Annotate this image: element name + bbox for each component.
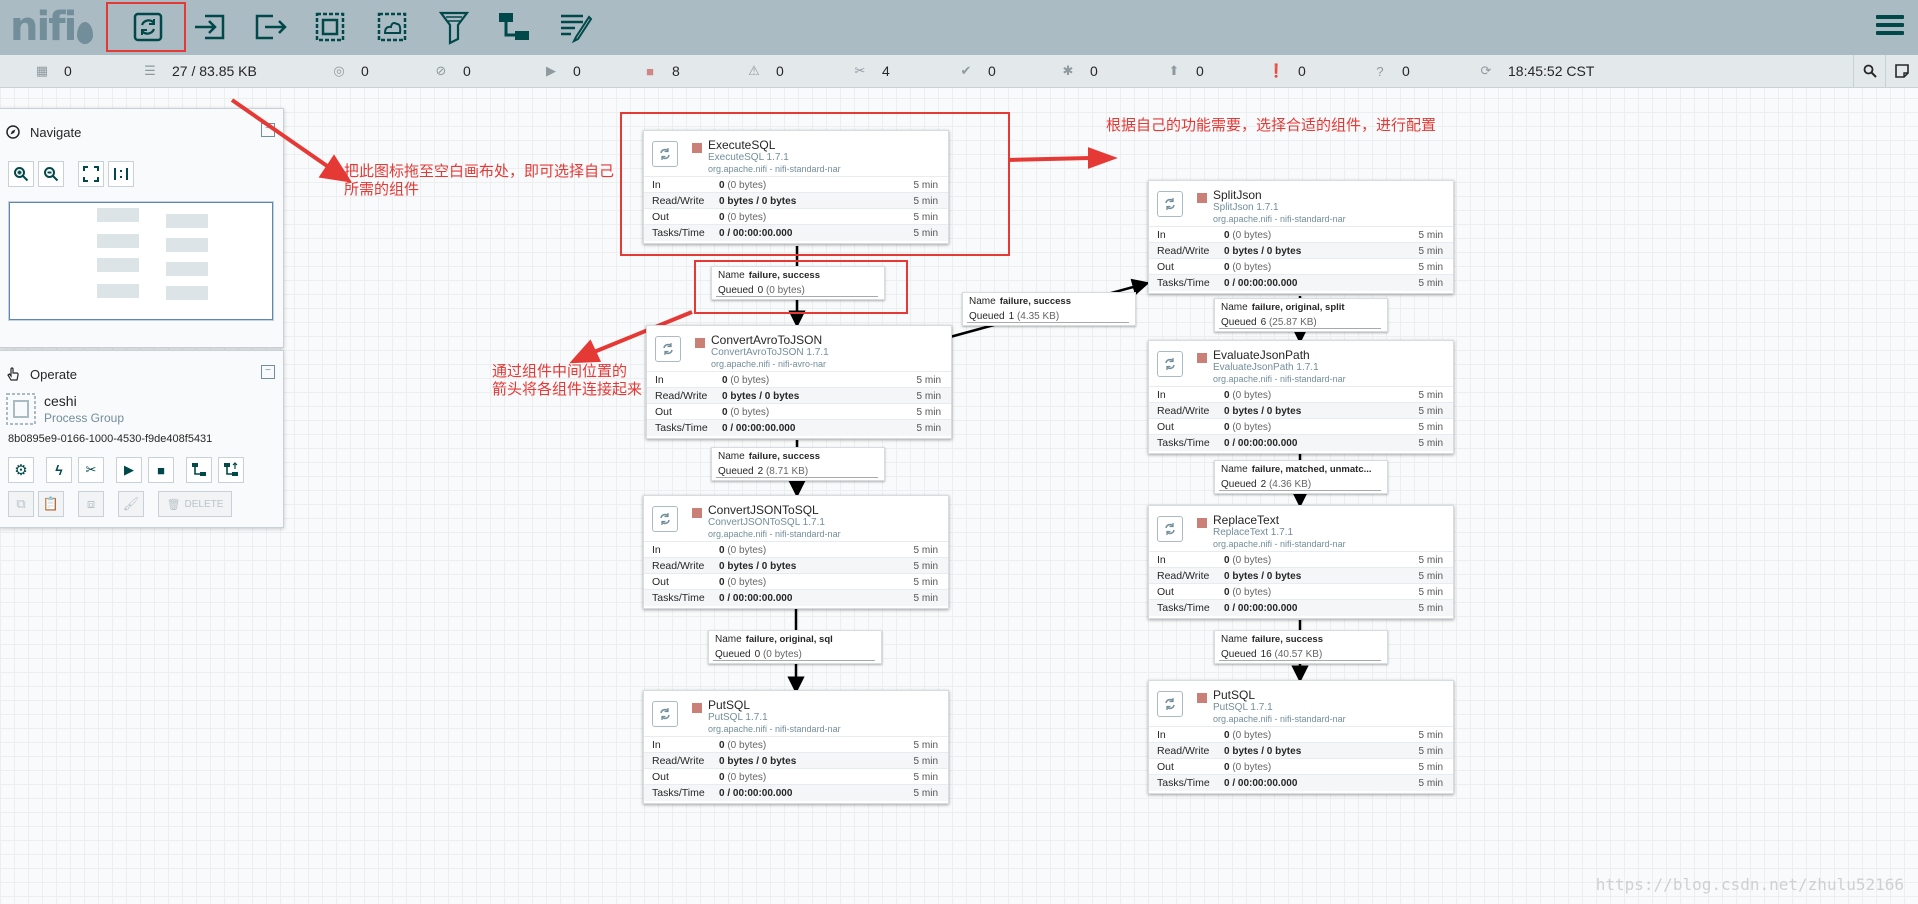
processor-bundle: org.apache.nifi - nifi-standard-nar (1213, 539, 1346, 549)
connection-label[interactable]: Name failure, matched, unmatc... Queued 2 … (1214, 460, 1388, 494)
stat-row-readwrite: Read/Write 0 bytes / 0 bytes 5 min (1149, 567, 1453, 584)
stat-row-out: Out 0 (0 bytes) 5 min (644, 573, 948, 590)
processor-icon (655, 336, 681, 362)
stopped-icon (1197, 693, 1207, 703)
processor-convertavrotojson[interactable]: ConvertAvroToJSON ConvertAvroToJSON 1.7.… (646, 325, 952, 439)
processor-name: ReplaceText (1213, 513, 1280, 527)
processor-icon (652, 506, 678, 532)
processor-type: EvaluateJsonPath 1.7.1 (1213, 362, 1319, 373)
stat-row-readwrite: Read/Write 0 bytes / 0 bytes 5 min (1149, 242, 1453, 259)
connection-name: failure, success (999, 296, 1071, 307)
processor-icon (1157, 351, 1183, 377)
processor-type: ConvertJSONToSQL 1.7.1 (708, 517, 825, 528)
stat-row-tasks: Tasks/Time 0 / 00:00:00.000 5 min (1149, 274, 1453, 291)
processor-bundle: org.apache.nifi - nifi-standard-nar (1213, 214, 1346, 224)
stat-row-tasks: Tasks/Time 0 / 00:00:00.000 5 min (1149, 434, 1453, 451)
connection-label[interactable]: Name failure, original, sql Queued 0 (0 by… (708, 630, 882, 664)
stat-row-in: In 0 (0 bytes) 5 min (1149, 551, 1453, 568)
queue-bar (716, 474, 878, 478)
processor-type: ReplaceText 1.7.1 (1213, 527, 1294, 538)
processor-bundle: org.apache.nifi - nifi-standard-nar (708, 724, 841, 734)
processor-convertjsontosql[interactable]: ConvertJSONToSQL ConvertJSONToSQL 1.7.1 … (643, 495, 949, 609)
processor-icon (1157, 191, 1183, 217)
config-hint-annotation: 根据自己的功能需要，选择合适的组件，进行配置 (1106, 116, 1437, 134)
processor-bundle: org.apache.nifi - nifi-standard-nar (708, 529, 841, 539)
annotation-arrow (230, 98, 332, 170)
connection-name: failure, success (1251, 634, 1323, 645)
stat-row-tasks: Tasks/Time 0 / 00:00:00.000 5 min (1149, 599, 1453, 616)
stat-row-in: In 0 (0 bytes) 5 min (644, 736, 948, 753)
stopped-icon (1197, 193, 1207, 203)
annotation-arrowhead (569, 339, 602, 364)
processor-putsql[interactable]: PutSQL PutSQL 1.7.1 org.apache.nifi - ni… (643, 690, 949, 804)
stat-row-out: Out 0 (0 bytes) 5 min (1149, 583, 1453, 600)
processor-highlight-box (620, 112, 1010, 256)
stat-row-out: Out 0 (0 bytes) 5 min (644, 768, 948, 785)
queue-bar (713, 657, 875, 661)
processor-icon (1157, 516, 1183, 542)
processor-name: PutSQL (1213, 688, 1256, 702)
connection-highlight-box (694, 260, 908, 314)
processor-bundle: org.apache.nifi - nifi-standard-nar (1213, 374, 1346, 384)
connect-hint-annotation: 通过组件中间位置的 箭头将各组件连接起来 (492, 362, 643, 398)
stopped-icon (692, 703, 702, 713)
connection-name: failure, success (748, 451, 820, 462)
connection-label[interactable]: Name failure, success Queued 1 (4.35 KB) (962, 292, 1136, 326)
stat-row-tasks: Tasks/Time 0 / 00:00:00.000 5 min (1149, 774, 1453, 791)
processor-bundle: org.apache.nifi - nifi-avro-nar (711, 359, 827, 369)
stopped-icon (692, 508, 702, 518)
processor-icon (1157, 691, 1183, 717)
processor-putsql[interactable]: PutSQL PutSQL 1.7.1 org.apache.nifi - ni… (1148, 680, 1454, 794)
stat-row-readwrite: Read/Write 0 bytes / 0 bytes 5 min (1149, 742, 1453, 759)
processor-type: SplitJson 1.7.1 (1213, 202, 1279, 213)
stat-row-readwrite: Read/Write 0 bytes / 0 bytes 5 min (644, 557, 948, 574)
processor-name: SplitJson (1213, 188, 1262, 202)
connection-name: failure, original, sql (745, 634, 833, 645)
stat-row-tasks: Tasks/Time 0 / 00:00:00.000 5 min (647, 419, 951, 436)
connection-name: failure, original, split (1251, 302, 1345, 313)
processor-name: ConvertAvroToJSON (711, 333, 823, 347)
connection-label[interactable]: Name failure, success Queued 2 (8.71 KB) (711, 447, 885, 481)
processor-type: PutSQL 1.7.1 (1213, 702, 1273, 713)
processor-name: ConvertJSONToSQL (708, 503, 819, 517)
stat-row-tasks: Tasks/Time 0 / 00:00:00.000 5 min (644, 589, 948, 606)
stat-row-readwrite: Read/Write 0 bytes / 0 bytes 5 min (647, 387, 951, 404)
stopped-icon (695, 338, 705, 348)
queue-bar (1219, 325, 1381, 329)
processor-type: PutSQL 1.7.1 (708, 712, 768, 723)
stat-row-readwrite: Read/Write 0 bytes / 0 bytes 5 min (644, 752, 948, 769)
stopped-icon (1197, 353, 1207, 363)
processor-bundle: org.apache.nifi - nifi-standard-nar (1213, 714, 1346, 724)
stat-row-tasks: Tasks/Time 0 / 00:00:00.000 5 min (644, 784, 948, 801)
stat-row-in: In 0 (0 bytes) 5 min (1149, 726, 1453, 743)
stat-row-out: Out 0 (0 bytes) 5 min (647, 403, 951, 420)
processor-evaluatejsonpath[interactable]: EvaluateJsonPath EvaluateJsonPath 1.7.1 … (1148, 340, 1454, 454)
connection-label[interactable]: Name failure, success Queued 16 (40.57 KB) (1214, 630, 1388, 664)
processor-highlight-box (106, 2, 186, 52)
annotation-arrowhead (1088, 147, 1118, 169)
processor-type: ConvertAvroToJSON 1.7.1 (711, 347, 829, 358)
stat-row-out: Out 0 (0 bytes) 5 min (1149, 758, 1453, 775)
processor-splitjson[interactable]: SplitJson SplitJson 1.7.1 org.apache.nif… (1148, 180, 1454, 294)
stat-row-out: Out 0 (0 bytes) 5 min (1149, 258, 1453, 275)
queue-bar (967, 319, 1129, 323)
connection-label[interactable]: Name failure, original, split Queued 6 (25… (1214, 298, 1388, 332)
stat-row-in: In 0 (0 bytes) 5 min (644, 541, 948, 558)
queue-bar (1219, 657, 1381, 661)
watermark: https://blog.csdn.net/zhulu52166 (1595, 875, 1904, 894)
annotation-arrow (1007, 156, 1091, 162)
stopped-icon (1197, 518, 1207, 528)
stat-row-in: In 0 (0 bytes) 5 min (1149, 226, 1453, 243)
stat-row-in: In 0 (0 bytes) 5 min (647, 371, 951, 388)
connection-name: failure, matched, unmatc... (1251, 464, 1372, 475)
stat-row-out: Out 0 (0 bytes) 5 min (1149, 418, 1453, 435)
processor-icon (652, 701, 678, 727)
stat-row-readwrite: Read/Write 0 bytes / 0 bytes 5 min (1149, 402, 1453, 419)
processor-name: PutSQL (708, 698, 751, 712)
processor-name: EvaluateJsonPath (1213, 348, 1310, 362)
queue-bar (1219, 487, 1381, 491)
drag-hint-annotation: 把此图标拖至空白画布处，即可选择自己 所需的组件 (344, 162, 615, 198)
stat-row-in: In 0 (0 bytes) 5 min (1149, 386, 1453, 403)
processor-replacetext[interactable]: ReplaceText ReplaceText 1.7.1 org.apache… (1148, 505, 1454, 619)
